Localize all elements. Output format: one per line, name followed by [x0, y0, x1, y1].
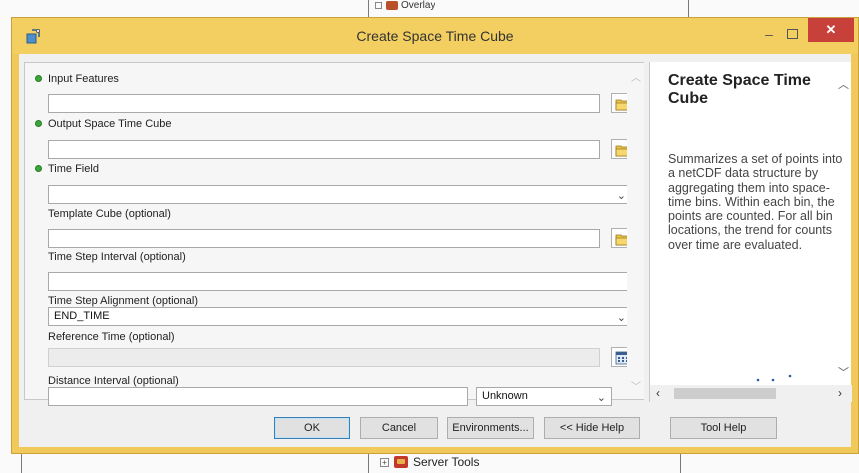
tree-item-overlay[interactable]: Overlay — [375, 0, 435, 12]
reference-time-label: Reference Time (optional) — [48, 331, 175, 343]
template-cube-label: Template Cube (optional) — [48, 208, 171, 220]
help-panel: Create Space Time Cube Summarizes a set … — [649, 62, 852, 402]
dialog-client-area: Input Features Output Space Time Cube Ti… — [19, 54, 852, 447]
environments-button[interactable]: Environments... — [447, 417, 534, 439]
tree-connector — [21, 454, 22, 473]
distance-interval-field[interactable] — [48, 387, 468, 406]
chevron-down-icon[interactable]: ⌄ — [617, 311, 626, 324]
help-illustration-fragment — [756, 374, 792, 382]
cancel-button[interactable]: Cancel — [360, 417, 438, 439]
scroll-up-icon[interactable]: ︿ — [631, 69, 641, 84]
expand-icon[interactable] — [375, 1, 382, 9]
tree-connector — [680, 454, 681, 473]
scroll-right-icon[interactable]: › — [838, 386, 842, 400]
parameters-panel: Input Features Output Space Time Cube Ti… — [24, 62, 644, 406]
time-step-alignment-label: Time Step Alignment (optional) — [48, 295, 198, 307]
input-features-label: Input Features — [48, 73, 119, 85]
distance-interval-label: Distance Interval (optional) — [48, 375, 179, 387]
time-step-interval-field[interactable] — [48, 272, 632, 291]
help-title: Create Space Time Cube — [668, 72, 811, 107]
scroll-down-icon[interactable]: ﹀ — [631, 378, 641, 393]
close-button[interactable]: ✕ — [808, 18, 854, 42]
time-step-interval-label: Time Step Interval (optional) — [48, 251, 186, 263]
time-step-alignment-dropdown[interactable]: END_TIME ⌄ — [48, 307, 632, 326]
output-cube-label: Output Space Time Cube — [48, 118, 172, 130]
tree-item-server-tools[interactable]: + Server Tools — [380, 455, 479, 469]
scroll-up-icon[interactable]: ︿ — [838, 76, 849, 92]
time-field-label: Time Field — [48, 163, 99, 175]
scroll-left-icon[interactable]: ‹ — [656, 386, 660, 400]
window-title: Create Space Time Cube — [356, 28, 514, 44]
tool-help-button[interactable]: Tool Help — [670, 417, 777, 439]
create-space-time-cube-dialog: Create Space Time Cube – ✕ Input Feature… — [11, 17, 859, 454]
tree-connector — [688, 0, 689, 17]
required-indicator-icon — [35, 165, 42, 172]
toolset-icon — [386, 0, 398, 10]
help-description: Summarizes a set of points into a netCDF… — [668, 152, 843, 252]
title-bar[interactable]: Create Space Time Cube – ✕ — [12, 18, 858, 54]
ok-button[interactable]: OK — [274, 417, 350, 439]
required-indicator-icon — [35, 75, 42, 82]
hide-help-button[interactable]: << Hide Help — [544, 417, 640, 439]
parameters-scrollbar[interactable]: ︿ ﹀ — [627, 63, 644, 399]
expand-icon[interactable]: + — [380, 457, 389, 467]
distance-unit-dropdown[interactable]: Unknown ⌄ — [476, 387, 612, 406]
tree-connector — [368, 454, 369, 473]
chevron-down-icon[interactable]: ⌄ — [597, 391, 606, 404]
required-indicator-icon — [35, 120, 42, 127]
help-horizontal-scrollbar[interactable]: ‹ › — [650, 385, 852, 402]
tree-connector — [368, 0, 369, 17]
scrollbar-thumb[interactable] — [674, 388, 776, 399]
input-features-field[interactable] — [48, 94, 600, 113]
time-field-dropdown[interactable]: ⌄ — [48, 185, 632, 204]
maximize-button[interactable] — [787, 29, 798, 39]
output-cube-field[interactable] — [48, 140, 600, 159]
scroll-down-icon[interactable]: ﹀ — [838, 364, 849, 380]
reference-time-field[interactable] — [48, 348, 600, 367]
help-vertical-scrollbar[interactable]: ︿ ﹀ — [834, 62, 851, 384]
template-cube-field[interactable] — [48, 229, 600, 248]
chevron-down-icon[interactable]: ⌄ — [617, 189, 626, 202]
minimize-button[interactable]: – — [760, 26, 778, 42]
toolbox-icon — [394, 456, 408, 468]
